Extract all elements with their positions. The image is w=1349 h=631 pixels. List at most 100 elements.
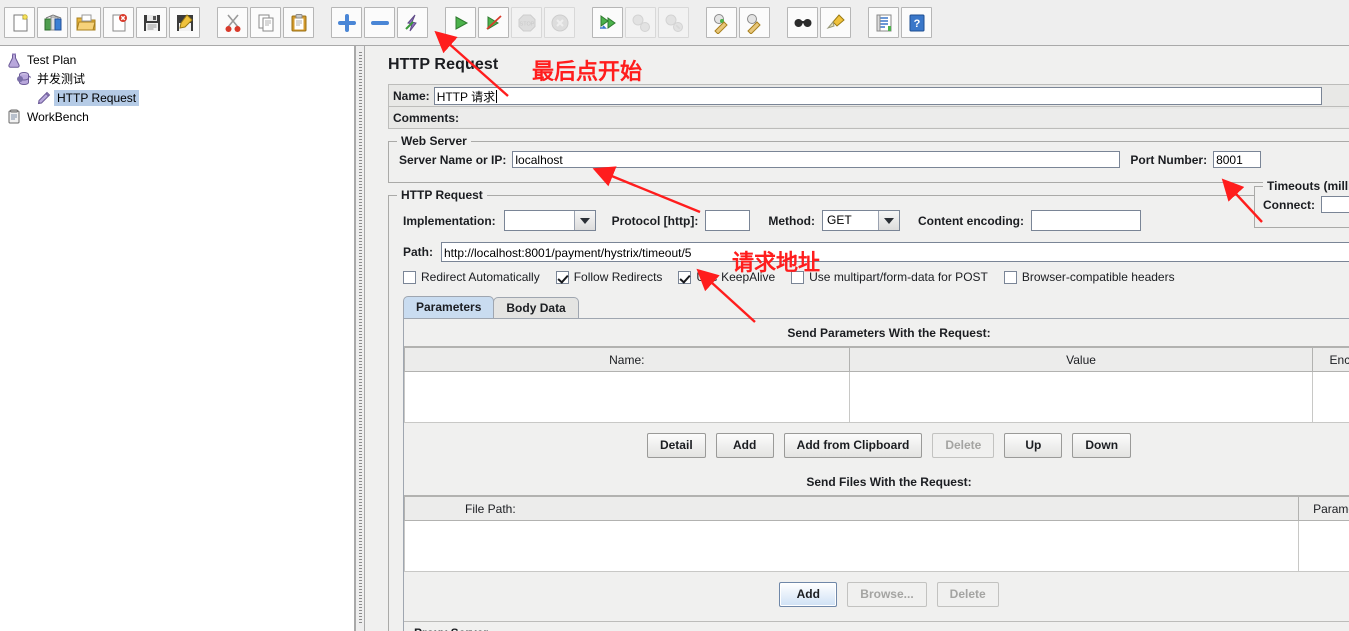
name-input[interactable]: HTTP 请求	[433, 86, 1322, 105]
table-cell-encode[interactable]	[1312, 371, 1349, 423]
function-helper-icon[interactable]	[868, 7, 899, 38]
implementation-label: Implementation:	[403, 213, 496, 228]
http-request-editor: HTTP Request Name: HTTP 请求 Comments: Web…	[366, 46, 1349, 631]
comments-input[interactable]	[459, 108, 1349, 127]
collapse-all-icon[interactable]	[364, 7, 395, 38]
content-encoding-input[interactable]	[1030, 210, 1141, 231]
test-plan-icon	[4, 51, 24, 69]
checkbox-box[interactable]	[555, 270, 569, 284]
add-from-clipboard-button[interactable]: Add from Clipboard	[783, 433, 923, 458]
expand-all-icon[interactable]	[331, 7, 362, 38]
split-pane-divider[interactable]	[355, 46, 365, 631]
start-no-pauses-icon[interactable]	[478, 7, 509, 38]
column-header-file-path[interactable]: File Path:	[404, 496, 1299, 521]
tab-parameters[interactable]: Parameters	[403, 296, 495, 318]
method-select[interactable]: GET	[821, 210, 900, 231]
workbench-icon	[4, 108, 24, 126]
reset-search-icon[interactable]	[820, 7, 851, 38]
tree-node-workbench[interactable]: WorkBench	[4, 107, 354, 126]
column-header-name[interactable]: Name:	[404, 347, 850, 372]
up-button[interactable]: Up	[1004, 433, 1063, 458]
send-files-title: Send Files With the Request:	[806, 475, 972, 489]
templates-icon[interactable]	[37, 7, 68, 38]
checkbox-box[interactable]	[791, 270, 805, 284]
implementation-select[interactable]	[503, 210, 596, 231]
toolbar-group-run: STOP	[441, 7, 579, 38]
connect-timeout-input[interactable]	[1321, 196, 1349, 213]
checkbox-box[interactable]	[678, 270, 692, 284]
delete-parameter-button: Delete	[932, 433, 995, 458]
send-parameters-title: Send Parameters With the Request:	[787, 326, 991, 340]
clear-all-icon[interactable]	[739, 7, 770, 38]
files-button-row: Add Browse... Delete	[404, 572, 1349, 617]
toolbar-group-edit	[213, 7, 318, 38]
parameters-table[interactable]: Name: Value Enco	[404, 347, 1349, 423]
chevron-down-icon[interactable]	[573, 211, 595, 230]
table-cell-parameter-name[interactable]	[1297, 520, 1349, 572]
protocol-input[interactable]	[705, 210, 751, 231]
test-plan-tree-panel[interactable]: Test Plan 并发测试 HTTP Request WorkBench	[0, 46, 355, 631]
new-icon[interactable]	[4, 7, 35, 38]
path-input[interactable]: http://localhost:8001/payment/hystrix/ti…	[441, 242, 1349, 262]
comments-row: Comments:	[388, 107, 1349, 129]
cut-icon[interactable]	[217, 7, 248, 38]
open-icon[interactable]	[70, 7, 101, 38]
chevron-down-icon[interactable]	[877, 211, 899, 230]
checkbox-label: Follow Redirects	[573, 270, 663, 284]
web-server-group: Web Server Server Name or IP: localhost …	[388, 134, 1349, 183]
checkbox-box[interactable]	[403, 270, 416, 284]
checkbox-use-multipart[interactable]: Use multipart/form-data for POST	[791, 270, 988, 284]
tree-node-label: 并发测试	[37, 71, 86, 86]
tree-node-thread-group[interactable]: 并发测试	[4, 69, 354, 88]
paste-icon[interactable]	[283, 7, 314, 38]
table-cell-value[interactable]	[848, 371, 1314, 423]
toggle-icon[interactable]	[397, 7, 428, 38]
table-row[interactable]	[404, 371, 1349, 423]
clear-icon[interactable]	[706, 7, 737, 38]
test-plan-tree[interactable]: Test Plan 并发测试 HTTP Request WorkBench	[0, 46, 354, 126]
tree-node-test-plan[interactable]: Test Plan	[4, 50, 354, 69]
server-name-input[interactable]: localhost	[512, 151, 1121, 168]
column-header-parameter-name[interactable]: Paramet	[1297, 496, 1349, 521]
save-icon[interactable]	[136, 7, 167, 38]
timeouts-group: Timeouts (millis Connect:	[1254, 179, 1349, 228]
remote-start-all-icon[interactable]	[592, 7, 623, 38]
start-icon[interactable]	[445, 7, 476, 38]
tree-node-http-request[interactable]: HTTP Request	[4, 88, 354, 107]
checkbox-box[interactable]	[1003, 270, 1017, 284]
parameters-button-row: Detail Add Add from Clipboard Delete Up …	[404, 423, 1349, 468]
checkbox-label: Use multipart/form-data for POST	[809, 270, 988, 284]
toolbar-group-help: ?	[864, 7, 936, 38]
save-as-icon[interactable]	[169, 7, 200, 38]
down-button[interactable]: Down	[1072, 433, 1132, 458]
port-number-input[interactable]: 8001	[1213, 151, 1262, 168]
divider-grip	[359, 52, 362, 625]
table-header-row: Name: Value Enco	[404, 347, 1349, 372]
files-table-wrap: File Path: Paramet	[404, 495, 1349, 572]
http-request-legend: HTTP Request	[397, 188, 487, 202]
add-file-button[interactable]: Add	[779, 582, 838, 607]
search-icon[interactable]	[787, 7, 818, 38]
copy-icon[interactable]	[250, 7, 281, 38]
tab-body-data[interactable]: Body Data	[493, 297, 579, 318]
close-icon[interactable]	[103, 7, 134, 38]
timeouts-legend: Timeouts (millis	[1263, 179, 1349, 193]
table-cell-file-path[interactable]	[404, 520, 1299, 572]
checkbox-redirect-automatically[interactable]: Redirect Automatically	[403, 270, 540, 284]
checkbox-browser-compatible-headers[interactable]: Browser-compatible headers	[1003, 270, 1175, 284]
files-table[interactable]: File Path: Paramet	[404, 496, 1349, 572]
column-header-value[interactable]: Value	[848, 347, 1314, 372]
help-icon[interactable]: ?	[901, 7, 932, 38]
table-cell-name[interactable]	[404, 371, 850, 423]
name-label: Name:	[393, 88, 430, 103]
content-encoding-label: Content encoding:	[917, 213, 1024, 228]
table-row[interactable]	[404, 520, 1349, 572]
checkbox-follow-redirects[interactable]: Follow Redirects	[555, 270, 663, 284]
add-parameter-button[interactable]: Add	[715, 433, 774, 458]
checkbox-use-keepalive[interactable]: Use KeepAlive	[678, 270, 775, 284]
tree-node-label: WorkBench	[27, 109, 89, 124]
detail-button[interactable]: Detail	[646, 433, 706, 458]
column-header-encode[interactable]: Enco	[1312, 347, 1349, 372]
proxy-server-legend: Proxy Server	[404, 626, 1349, 631]
tree-expand-handle[interactable]	[15, 74, 25, 84]
